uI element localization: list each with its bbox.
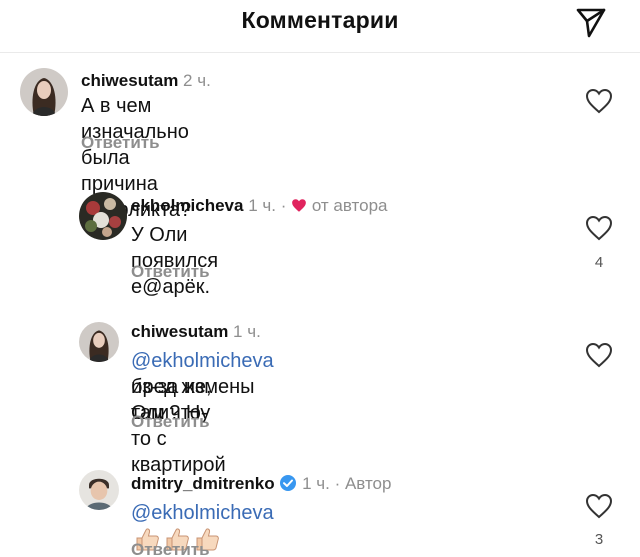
avatar[interactable] bbox=[20, 68, 68, 116]
avatar[interactable] bbox=[79, 322, 119, 362]
timestamp: 1 ч. bbox=[233, 322, 261, 341]
username[interactable]: ekholmicheva bbox=[131, 196, 243, 215]
comment-meta: dmitry_dmitrenko 1 ч. · Автор bbox=[131, 474, 391, 494]
liked-by-author-label: от автора bbox=[311, 196, 388, 215]
timestamp: 2 ч. bbox=[183, 71, 211, 90]
comment-meta: chiwesutam 1 ч. bbox=[131, 322, 261, 342]
heart-icon[interactable] bbox=[585, 342, 613, 368]
header-divider bbox=[0, 52, 640, 53]
send-icon[interactable] bbox=[574, 5, 608, 39]
separator: · bbox=[280, 196, 287, 215]
heart-icon[interactable] bbox=[585, 215, 613, 241]
avatar[interactable] bbox=[79, 470, 119, 510]
heart-filled-icon bbox=[292, 199, 306, 212]
reply-button[interactable]: Ответить bbox=[131, 262, 210, 282]
comment-text: У Оли появился е@арёк. bbox=[131, 224, 219, 298]
verified-badge-icon bbox=[280, 475, 297, 491]
username[interactable]: chiwesutam bbox=[81, 71, 178, 90]
comment-meta: ekholmicheva 1 ч. · от автора bbox=[131, 196, 388, 216]
username[interactable]: chiwesutam bbox=[131, 322, 228, 341]
mention-link[interactable]: @ekholmicheva bbox=[131, 350, 274, 372]
avatar[interactable] bbox=[79, 192, 127, 240]
mention-link[interactable]: @ekholmicheva bbox=[131, 502, 274, 524]
like-count: 3 bbox=[594, 531, 604, 548]
username[interactable]: dmitry_dmitrenko bbox=[131, 474, 275, 493]
reply-button[interactable]: Ответить bbox=[131, 412, 210, 432]
heart-icon[interactable] bbox=[585, 493, 613, 519]
comment-meta: chiwesutam 2 ч. bbox=[81, 71, 211, 91]
reply-button[interactable]: Ответить bbox=[81, 133, 160, 153]
author-badge: Автор bbox=[344, 474, 392, 493]
reply-button[interactable]: Ответить bbox=[131, 540, 210, 557]
heart-icon[interactable] bbox=[585, 88, 613, 114]
header: Комментарии bbox=[0, 0, 640, 50]
like-count: 4 bbox=[594, 254, 604, 271]
timestamp: 1 ч. bbox=[248, 196, 276, 215]
separator: · bbox=[334, 474, 341, 493]
timestamp: 1 ч. bbox=[302, 474, 330, 493]
page-title: Комментарии bbox=[241, 7, 399, 33]
